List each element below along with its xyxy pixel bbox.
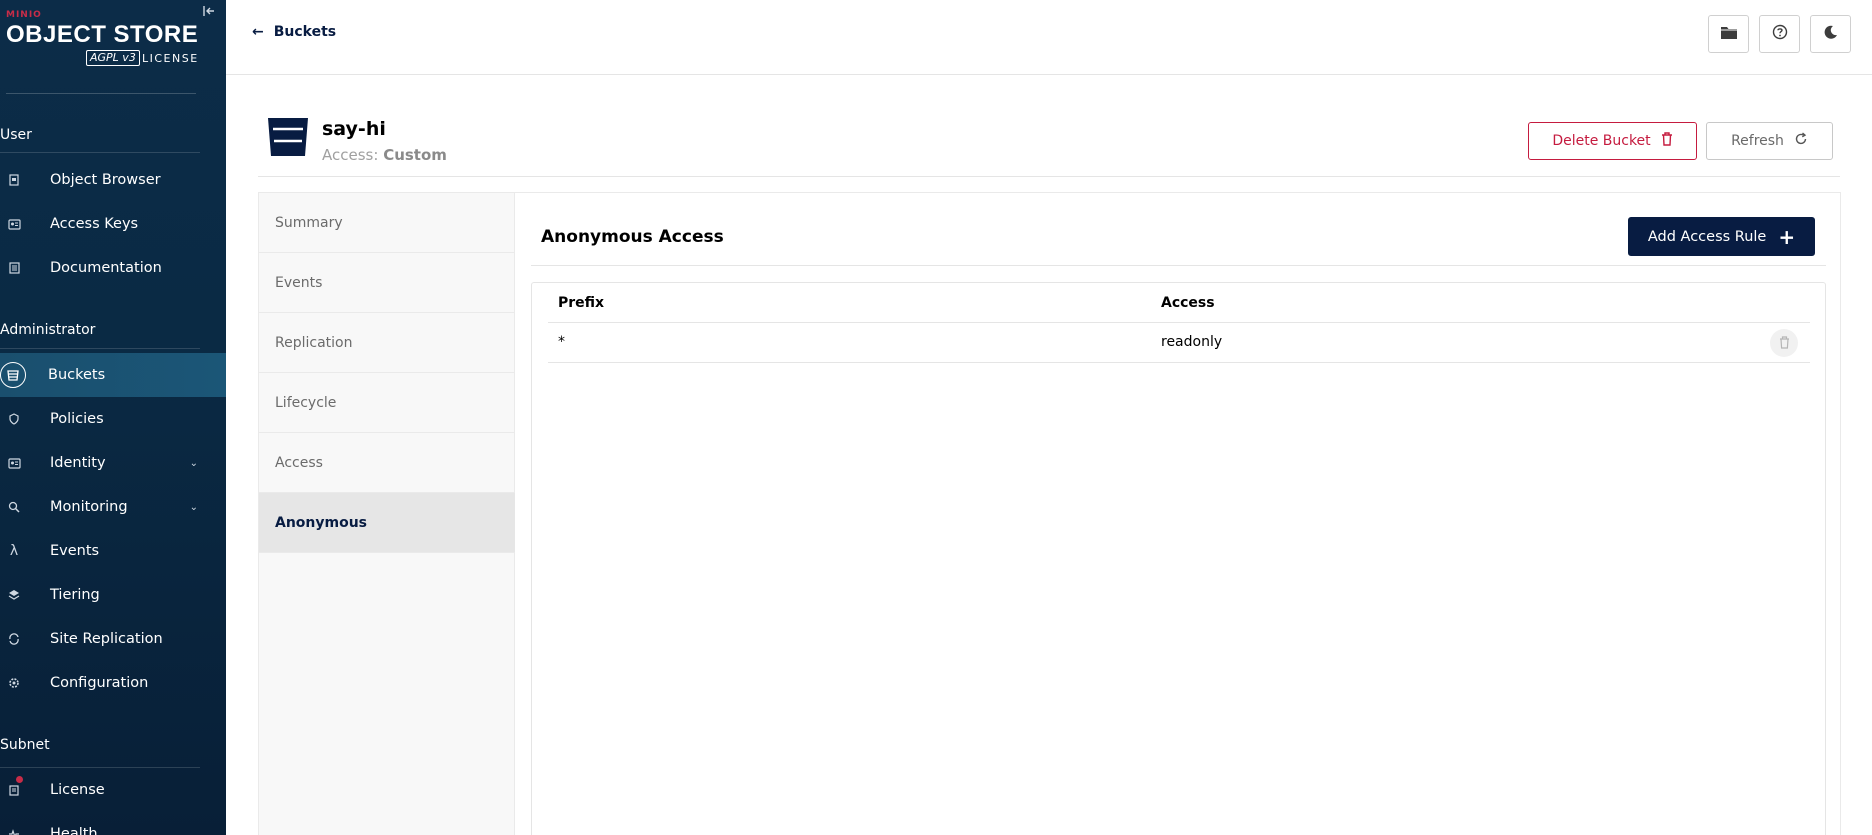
sidebar-item-label: License [50,782,105,798]
section-divider [0,348,200,349]
tab-events[interactable]: Events [259,253,515,313]
access-rules-table: Prefix Access * readonly [531,282,1826,835]
sidebar-item-label: Buckets [48,367,106,383]
sidebar-item-policies[interactable]: Policies [0,397,226,441]
back-link-label: Buckets [273,24,337,40]
buckets-icon [0,362,26,388]
plus-icon: + [1778,224,1796,249]
sidebar-item-label: Configuration [50,675,149,691]
column-header-access[interactable]: Access [1161,295,1215,311]
sidebar: MINIO OBJECT STORE AGPL v3 LICENSE User … [0,0,226,835]
object-browser-button[interactable] [1708,15,1749,53]
delete-bucket-button[interactable]: Delete Bucket [1528,122,1697,160]
sidebar-item-label: Documentation [50,260,162,276]
sidebar-item-label: Events [50,543,100,559]
top-bar: ← Buckets [226,0,1872,75]
sidebar-item-label: Tiering [50,587,100,603]
tab-replication[interactable]: Replication [259,313,515,373]
notification-dot [16,776,23,783]
bucket-name: say-hi [322,118,386,140]
refresh-button[interactable]: Refresh [1706,122,1833,160]
arrow-left-icon: ← [252,24,264,40]
anonymous-access-section: Anonymous Access Prefix Access * readonl… [515,193,1842,835]
section-label-administrator: Administrator [0,322,96,338]
logo-agpl-badge: AGPL v3 [86,50,140,66]
access-keys-icon [0,210,28,238]
bucket-icon [266,116,310,158]
sidebar-item-access-keys[interactable]: Access Keys [0,202,226,246]
cell-access: readonly [1161,334,1223,350]
refresh-icon [1794,132,1808,150]
sidebar-item-label: Policies [50,411,104,427]
sidebar-item-events[interactable]: λ Events [0,529,226,573]
title-divider [531,265,1826,266]
sidebar-item-object-browser[interactable]: Object Browser [0,158,226,202]
sidebar-item-site-replication[interactable]: Site Replication [0,617,226,661]
license-icon [0,776,28,804]
sidebar-item-label: Identity [50,455,106,471]
sidebar-item-label: Health [50,826,98,835]
cell-prefix: * [558,334,565,350]
refresh-label: Refresh [1731,133,1784,149]
logo-brand: MINIO [6,10,42,20]
section-title: Anonymous Access [541,227,724,247]
tiering-icon [0,581,28,609]
add-access-rule-label: Add Access Rule [1647,228,1767,245]
bucket-access-value: Custom [383,146,447,164]
sidebar-item-label: Site Replication [50,631,163,647]
sidebar-item-label: Monitoring [50,499,128,515]
moon-icon [1823,24,1839,44]
sidebar-item-label: Object Browser [50,172,161,188]
bucket-settings-panel: Summary Events Replication Lifecycle Acc… [258,192,1841,835]
dark-mode-toggle[interactable] [1810,15,1851,53]
help-button[interactable] [1759,15,1800,53]
chevron-down-icon[interactable]: ⌄ [190,458,198,469]
tab-anonymous[interactable]: Anonymous [259,493,515,553]
health-icon [0,820,28,835]
identity-icon [0,449,28,477]
sidebar-item-license[interactable]: License [0,768,226,812]
bucket-access-info: Access: Custom [322,146,447,164]
trash-icon [1661,132,1673,150]
tab-summary[interactable]: Summary [259,193,515,253]
logo-divider [6,93,196,94]
logo-product: OBJECT STORE [6,21,199,48]
chevron-down-icon[interactable]: ⌄ [190,502,198,513]
policies-icon [0,405,28,433]
section-divider [0,152,200,153]
help-icon [1772,24,1788,44]
sidebar-item-label: Access Keys [50,216,139,232]
sidebar-item-buckets[interactable]: Buckets [0,353,226,397]
section-label-subnet: Subnet [0,737,50,753]
bucket-access-label: Access: [322,146,379,164]
object-browser-icon [0,166,28,194]
logo-license: LICENSE [142,52,199,65]
sidebar-item-tiering[interactable]: Tiering [0,573,226,617]
sidebar-item-documentation[interactable]: Documentation [0,246,226,290]
settings-tabs: Summary Events Replication Lifecycle Acc… [259,193,515,835]
back-to-buckets-link[interactable]: ← Buckets [252,24,336,40]
delete-bucket-label: Delete Bucket [1552,133,1651,149]
tab-access[interactable]: Access [259,433,515,493]
column-header-prefix[interactable]: Prefix [558,295,604,311]
lambda-icon: λ [9,543,19,559]
sidebar-item-health[interactable]: Health [0,812,226,835]
bucket-header: say-hi Access: Custom Delete Bucket Refr… [258,98,1840,177]
trash-icon [1779,334,1790,353]
table-row[interactable]: * readonly [548,322,1810,363]
sidebar-item-monitoring[interactable]: Monitoring ⌄ [0,485,226,529]
folder-icon [1720,25,1738,44]
add-access-rule-button[interactable]: Add Access Rule + [1628,217,1815,256]
sidebar-item-identity[interactable]: Identity ⌄ [0,441,226,485]
monitoring-icon [0,493,28,521]
collapse-sidebar-icon[interactable] [202,4,218,20]
gear-icon [0,669,28,697]
minio-logo[interactable]: MINIO OBJECT STORE AGPL v3 LICENSE [6,10,206,70]
section-label-user: User [0,127,32,143]
site-replication-icon [0,625,28,653]
tab-lifecycle[interactable]: Lifecycle [259,373,515,433]
documentation-icon [0,254,28,282]
delete-rule-button[interactable] [1770,329,1798,357]
sidebar-item-configuration[interactable]: Configuration [0,661,226,705]
